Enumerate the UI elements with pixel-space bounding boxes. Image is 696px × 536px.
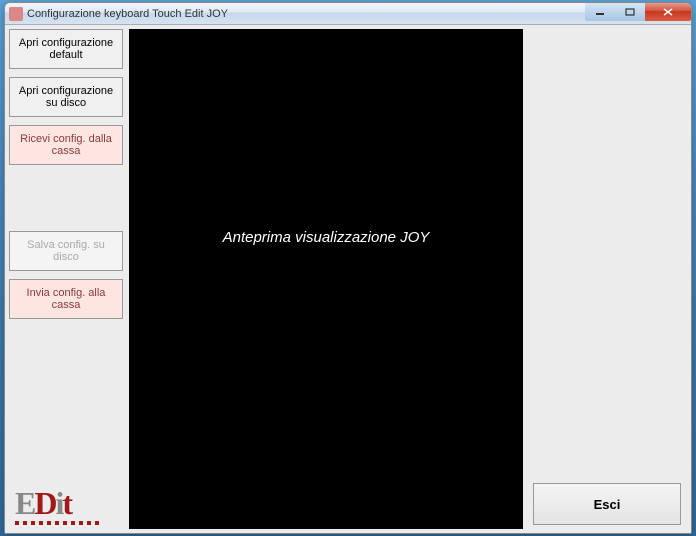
edit-logo: EDit <box>15 487 115 527</box>
client-area: Apri configurazione default Apri configu… <box>5 25 691 533</box>
save-config-disk-button: Salva config. su disco <box>9 231 123 271</box>
window-controls <box>585 3 691 21</box>
maximize-button[interactable] <box>615 3 645 21</box>
logo-underline <box>15 521 103 525</box>
titlebar: Configurazione keyboard Touch Edit JOY <box>5 3 691 25</box>
receive-config-button[interactable]: Ricevi config. dalla cassa <box>9 125 123 165</box>
sidebar: Apri configurazione default Apri configu… <box>9 29 123 319</box>
close-icon <box>662 7 674 17</box>
preview-label: Anteprima visualizzazione JOY <box>223 229 430 246</box>
preview-panel: Anteprima visualizzazione JOY <box>129 29 523 529</box>
app-window: Configurazione keyboard Touch Edit JOY A… <box>4 2 692 534</box>
open-default-config-button[interactable]: Apri configurazione default <box>9 29 123 69</box>
close-button[interactable] <box>645 3 691 21</box>
open-disk-config-button[interactable]: Apri configurazione su disco <box>9 77 123 117</box>
app-icon <box>9 7 23 21</box>
logo-char-e: E <box>15 485 34 521</box>
minimize-button[interactable] <box>585 3 615 21</box>
sidebar-spacer <box>9 173 123 223</box>
logo-char-t: t <box>62 485 71 521</box>
minimize-icon <box>595 8 605 16</box>
send-config-button[interactable]: Invia config. alla cassa <box>9 279 123 319</box>
logo-char-d: D <box>34 485 55 521</box>
exit-button[interactable]: Esci <box>533 483 681 525</box>
maximize-icon <box>625 8 635 16</box>
